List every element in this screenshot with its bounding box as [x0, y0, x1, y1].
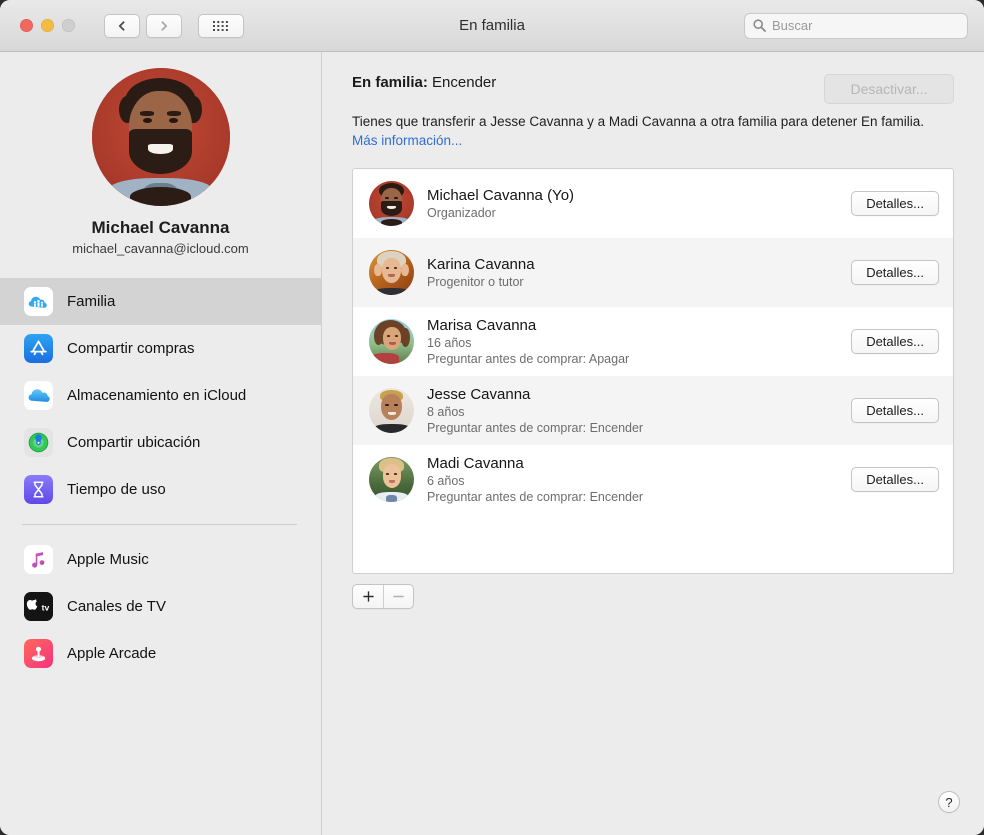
sidebar-item-label: Apple Music — [67, 551, 149, 568]
minus-icon — [393, 595, 404, 598]
sidebar-item-almacenamiento-icloud[interactable]: Almacenamiento en iCloud — [0, 372, 321, 419]
help-button[interactable]: ? — [938, 791, 960, 813]
sidebar-item-compartir-compras[interactable]: Compartir compras — [0, 325, 321, 372]
app-store-icon — [24, 334, 53, 363]
member-age: 16 años — [427, 336, 472, 350]
family-members-list: Michael Cavanna (Yo) Organizador Detalle… — [352, 168, 954, 574]
sidebar-item-tiempo-de-uso[interactable]: Tiempo de uso — [0, 466, 321, 513]
window-titlebar: En familia — [0, 0, 984, 52]
member-name: Jesse Cavanna — [427, 386, 531, 403]
plus-icon — [362, 591, 374, 602]
member-ask-to-buy: Preguntar antes de comprar: Apagar — [427, 352, 630, 366]
member-role: Progenitor o tutor — [427, 275, 524, 289]
avatar — [369, 181, 414, 226]
sidebar-item-label: Almacenamiento en iCloud — [67, 387, 247, 404]
member-ask-to-buy: Preguntar antes de comprar: Encender — [427, 490, 644, 504]
member-info: Michael Cavanna (Yo) Organizador — [427, 186, 851, 221]
member-info: Karina Cavanna Progenitor o tutor — [427, 255, 851, 290]
sidebar-item-label: Familia — [67, 293, 116, 310]
minimize-window-icon[interactable] — [41, 19, 54, 32]
search-icon — [753, 19, 766, 32]
grid-dots-icon — [213, 20, 228, 31]
details-button[interactable]: Detalles... — [851, 398, 939, 423]
forward-button[interactable] — [146, 13, 182, 38]
svg-text:tv: tv — [42, 603, 50, 613]
find-my-icon — [24, 428, 53, 457]
add-remove-member-controls — [352, 584, 414, 609]
apple-tv-icon: tv — [24, 592, 53, 621]
add-member-button[interactable] — [353, 585, 383, 608]
member-role: Organizador — [427, 206, 496, 220]
member-name: Madi Cavanna — [427, 455, 524, 472]
member-info: Jesse Cavanna 8 años Preguntar antes de … — [427, 385, 851, 436]
sidebar-item-label: Compartir ubicación — [67, 434, 201, 451]
navigation-buttons — [104, 13, 244, 38]
details-button[interactable]: Detalles... — [851, 260, 939, 285]
account-profile: Michael Cavanna michael_cavanna@icloud.c… — [0, 68, 321, 270]
family-status-value: Encender — [432, 74, 497, 91]
avatar — [369, 388, 414, 433]
sidebar-item-label: Compartir compras — [67, 340, 195, 357]
details-button[interactable]: Detalles... — [851, 329, 939, 354]
zoom-window-icon[interactable] — [62, 19, 75, 32]
turn-off-family-sharing-button[interactable]: Desactivar... — [824, 74, 954, 104]
traffic-light-group — [20, 19, 75, 32]
family-status-label: En familia: — [352, 74, 428, 91]
search-field[interactable] — [744, 12, 968, 39]
window-body: Michael Cavanna michael_cavanna@icloud.c… — [0, 52, 984, 835]
table-row[interactable]: Michael Cavanna (Yo) Organizador Detalle… — [353, 169, 953, 238]
sidebar-primary-list: Familia Compartir compras Almacenamiento… — [0, 278, 321, 513]
back-button[interactable] — [104, 13, 140, 38]
sidebar-divider — [22, 524, 297, 525]
sidebar-item-label: Apple Arcade — [67, 645, 157, 662]
member-info: Madi Cavanna 6 años Preguntar antes de c… — [427, 454, 851, 505]
member-info: Marisa Cavanna 16 años Preguntar antes d… — [427, 316, 851, 367]
member-ask-to-buy: Preguntar antes de comprar: Encender — [427, 421, 644, 435]
table-row[interactable]: Jesse Cavanna 8 años Preguntar antes de … — [353, 376, 953, 445]
avatar — [369, 457, 414, 502]
table-row[interactable]: Madi Cavanna 6 años Preguntar antes de c… — [353, 445, 953, 514]
more-info-link[interactable]: Más información... — [352, 133, 462, 148]
sidebar-item-apple-arcade[interactable]: Apple Arcade — [0, 630, 321, 677]
main-content: En familia: Encender Desactivar... Tiene… — [322, 52, 984, 835]
sidebar-item-compartir-ubicacion[interactable]: Compartir ubicación — [0, 419, 321, 466]
family-status-header: En familia: Encender Desactivar... — [352, 74, 954, 104]
member-age: 8 años — [427, 405, 465, 419]
profile-name: Michael Cavanna — [91, 218, 230, 237]
table-row[interactable]: Karina Cavanna Progenitor o tutor Detall… — [353, 238, 953, 307]
member-age: 6 años — [427, 474, 465, 488]
chevron-left-icon — [118, 20, 125, 31]
sidebar-secondary-list: Apple Music tv Canales de TV Apple Arcad… — [0, 536, 321, 677]
details-button[interactable]: Detalles... — [851, 191, 939, 216]
family-cloud-icon — [24, 287, 53, 316]
avatar — [369, 250, 414, 295]
member-name: Karina Cavanna — [427, 256, 535, 273]
apple-arcade-icon — [24, 639, 53, 668]
chevron-right-icon — [161, 20, 168, 31]
details-button[interactable]: Detalles... — [851, 467, 939, 492]
icloud-icon — [24, 381, 53, 410]
member-name: Michael Cavanna (Yo) — [427, 187, 575, 204]
family-description-text: Tienes que transferir a Jesse Cavanna y … — [352, 114, 925, 129]
sidebar-item-label: Canales de TV — [67, 598, 166, 615]
apple-music-icon — [24, 545, 53, 574]
avatar — [369, 319, 414, 364]
close-window-icon[interactable] — [20, 19, 33, 32]
sidebar-item-label: Tiempo de uso — [67, 481, 166, 498]
sidebar-item-apple-music[interactable]: Apple Music — [0, 536, 321, 583]
screen-time-icon — [24, 475, 53, 504]
avatar[interactable] — [91, 68, 230, 206]
system-preferences-window: En familia Buscar Michael Cavanna michae… — [0, 0, 984, 835]
sidebar-item-familia[interactable]: Familia — [0, 278, 321, 325]
table-row[interactable]: Marisa Cavanna 16 años Preguntar antes d… — [353, 307, 953, 376]
family-status-line: En familia: Encender — [352, 74, 496, 91]
sidebar-item-canales-de-tv[interactable]: tv Canales de TV — [0, 583, 321, 630]
family-description: Tienes que transferir a Jesse Cavanna y … — [352, 112, 937, 150]
show-all-button[interactable] — [198, 13, 244, 38]
remove-member-button[interactable] — [383, 585, 413, 608]
profile-email: michael_cavanna@icloud.com — [72, 241, 249, 256]
member-name: Marisa Cavanna — [427, 317, 537, 334]
sidebar: Michael Cavanna michael_cavanna@icloud.c… — [0, 52, 322, 835]
search-input[interactable] — [772, 18, 959, 33]
